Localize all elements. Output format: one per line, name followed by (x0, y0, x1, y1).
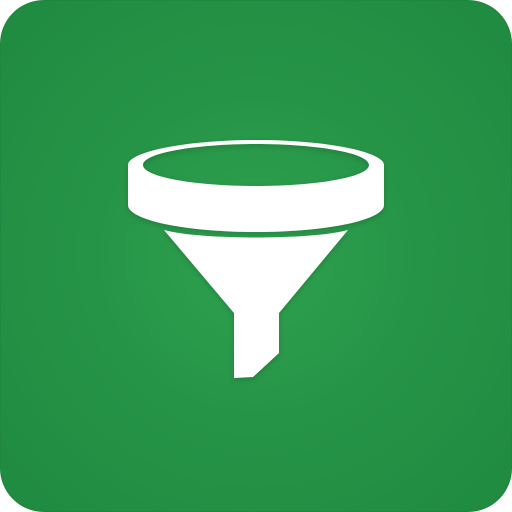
funnel-icon (0, 0, 512, 512)
app-icon-tile[interactable] (0, 0, 512, 512)
